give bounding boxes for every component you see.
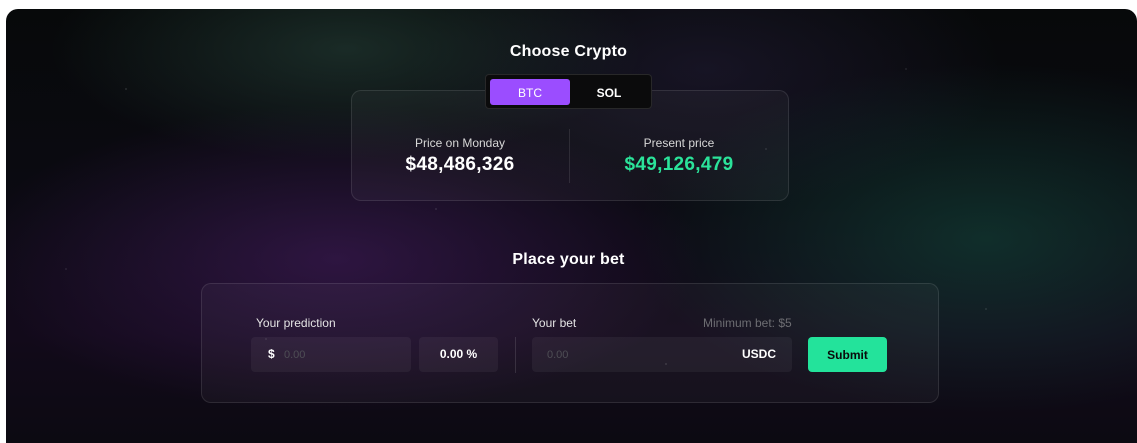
prediction-label: Your prediction [256, 316, 336, 330]
crypto-toggle: BTC SOL [485, 74, 652, 109]
your-bet-label: Your bet [532, 316, 577, 330]
bet-amount-field: USDC [532, 337, 792, 372]
currency-label: USDC [741, 347, 776, 361]
prediction-input[interactable] [284, 337, 404, 372]
bet-divider [515, 337, 516, 373]
percent-value: 0.00 % [439, 347, 478, 361]
monday-price-block: Price on Monday $48,486,326 [351, 136, 569, 176]
present-price-value: $49,126,479 [624, 154, 734, 175]
prediction-field: $ [251, 337, 411, 372]
bet-amount-input[interactable] [547, 337, 727, 372]
percent-field[interactable]: 0.00 % [419, 337, 498, 372]
monday-price-value: $48,486,326 [405, 154, 515, 175]
dollar-prefix: $ [268, 347, 275, 361]
sol-tab[interactable]: SOL [569, 79, 649, 105]
place-bet-title: Place your bet [512, 251, 625, 268]
minimum-bet-note: Minimum bet: $5 [703, 316, 792, 330]
choose-crypto-title: Choose Crypto [509, 43, 628, 60]
present-price-block: Present price $49,126,479 [570, 136, 788, 176]
submit-button[interactable]: Submit [808, 337, 887, 372]
btc-tab[interactable]: BTC [490, 79, 570, 105]
monday-price-label: Price on Monday [414, 136, 506, 150]
present-price-label: Present price [643, 136, 715, 150]
